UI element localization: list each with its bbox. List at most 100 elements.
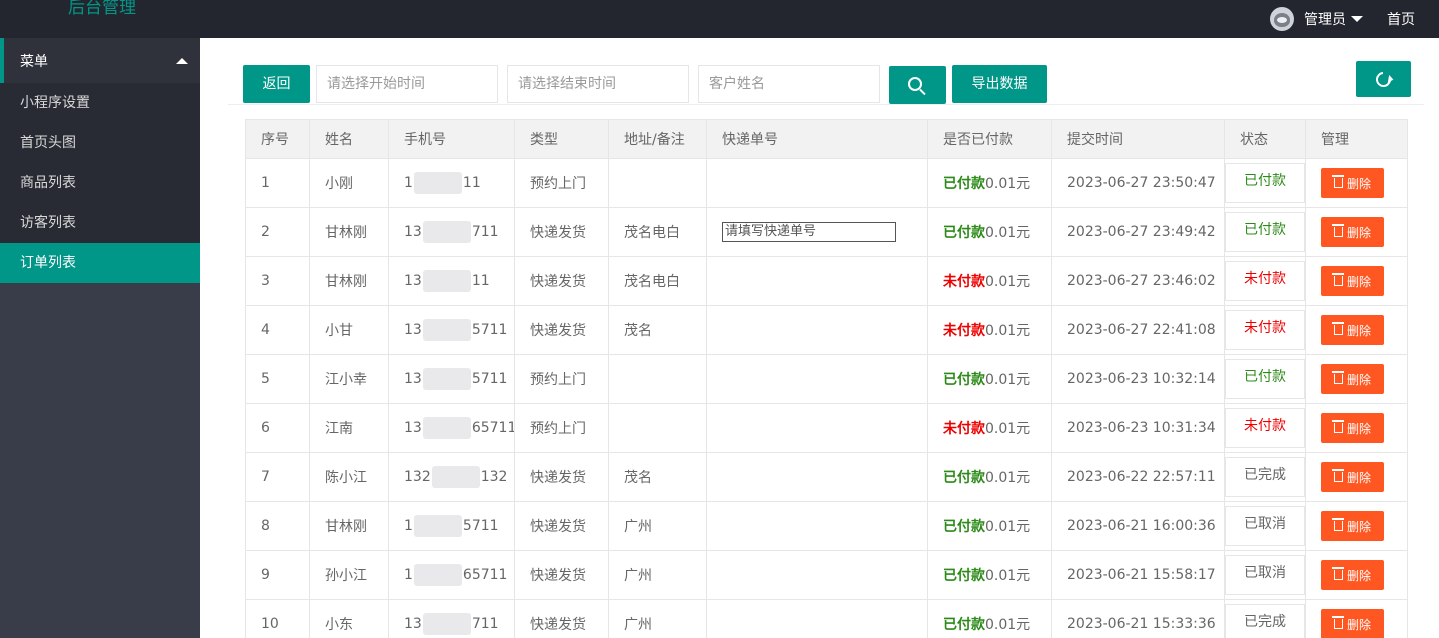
delete-button[interactable]: 删除 [1321,560,1384,590]
sidebar-item[interactable]: 小程序设置 [0,83,200,123]
status-badge[interactable]: 已付款 [1225,212,1305,252]
cell-status: 已付款 [1224,207,1306,257]
status-badge[interactable]: 已取消 [1225,555,1305,595]
phone-mask [413,515,462,537]
payment-amount: 0.01元 [985,274,1031,290]
cell-express: 请填写快递单号 [706,207,928,257]
cell-manage: 删除 [1305,207,1408,257]
delete-button[interactable]: 删除 [1321,609,1384,638]
delete-button[interactable]: 删除 [1321,511,1384,541]
phone-mask [413,564,462,586]
start-time-input[interactable]: 请选择开始时间 [316,65,498,103]
delete-label: 删除 [1346,225,1371,240]
column-header: 序号 [245,119,310,159]
table-row: 2 甘林刚 13 711 快递发货 茂名电白 请填写快递单号 已付款0.01元 2023-06-… [245,207,1408,257]
cell-address: 茂名电白 [608,207,707,257]
table-row: 1 小刚 1 11 预约上门 已付款0.01元 2023-06-27 23:50:47 已付款… [245,158,1408,208]
phone-mask [422,221,471,243]
status-badge[interactable]: 已付款 [1225,359,1305,399]
trash-icon [1331,371,1344,384]
table-row: 7 陈小江 132 132 快递发货 茂名 已付款0.01元 2023-06-22 22:57… [245,452,1408,502]
cell-phone: 13 11 [388,256,515,306]
user-menu[interactable]: 管理员 [1304,9,1346,29]
phone-suffix: 11 [471,273,490,289]
delete-button[interactable]: 删除 [1321,413,1384,443]
phone-prefix: 13 [404,420,422,436]
sidebar-item[interactable]: 订单列表 [0,243,200,283]
search-button[interactable] [889,66,946,104]
cell-no: 7 [245,452,310,502]
phone-mask [413,172,462,194]
cell-payment: 未付款0.01元 [927,256,1052,306]
table-row: 6 江南 13 65711 预约上门 未付款0.01元 2023-06-23 10:31:3… [245,403,1408,453]
cell-type: 预约上门 [514,403,609,453]
column-header: 提交时间 [1051,119,1225,159]
search-icon [908,77,922,91]
sidebar-item[interactable]: 首页头图 [0,123,200,163]
cell-payment: 已付款0.01元 [927,354,1052,404]
home-link[interactable]: 首页 [1387,9,1415,29]
cell-payment: 未付款0.01元 [927,305,1052,355]
cell-name: 小刚 [309,158,389,208]
cell-phone: 1 65711 [388,550,515,600]
phone-prefix: 1 [404,518,413,534]
cell-address: 广州 [608,501,707,551]
express-number-input[interactable]: 请填写快递单号 [722,222,896,242]
delete-button[interactable]: 删除 [1321,168,1384,198]
status-badge[interactable]: 未付款 [1225,408,1305,448]
delete-button[interactable]: 删除 [1321,266,1384,296]
status-badge[interactable]: 已取消 [1225,506,1305,546]
sidebar-item[interactable]: 商品列表 [0,163,200,203]
delete-label: 删除 [1346,372,1371,387]
status-badge[interactable]: 未付款 [1225,261,1305,301]
delete-label: 删除 [1346,323,1371,338]
cell-express [706,403,928,453]
cell-payment: 已付款0.01元 [927,452,1052,502]
menu-toggle[interactable]: 菜单 [0,38,200,83]
table-header: 序号 姓名 手机号 类型 地址/备注 快递单号 是否已付款 提交时间 状态 管理 [245,119,1408,159]
export-button[interactable]: 导出数据 [952,65,1047,103]
cell-no: 5 [245,354,310,404]
cell-name: 小东 [309,599,389,638]
status-badge[interactable]: 已完成 [1225,457,1305,497]
cell-express [706,452,928,502]
sidebar-item[interactable]: 访客列表 [0,203,200,243]
phone-prefix: 13 [404,273,422,289]
delete-label: 删除 [1346,274,1371,289]
cell-time: 2023-06-21 15:58:17 [1051,550,1225,600]
cell-payment: 未付款0.01元 [927,403,1052,453]
cell-address: 广州 [608,550,707,600]
phone-mask [422,319,471,341]
phone-prefix: 1 [404,175,413,191]
customer-name-input[interactable]: 客户姓名 [698,65,880,103]
avatar[interactable] [1270,7,1294,31]
caret-down-icon[interactable] [1351,16,1363,22]
status-badge[interactable]: 未付款 [1225,310,1305,350]
payment-amount: 0.01元 [985,421,1031,437]
delete-button[interactable]: 删除 [1321,462,1384,492]
cell-no: 10 [245,599,310,638]
phone-suffix: 711 [471,224,499,240]
column-header: 类型 [514,119,609,159]
table-row: 5 江小幸 13 5711 预约上门 已付款0.01元 2023-06-23 10:32:1… [245,354,1408,404]
cell-phone: 13 5711 [388,305,515,355]
cell-manage: 删除 [1305,403,1408,453]
cell-manage: 删除 [1305,305,1408,355]
cell-no: 8 [245,501,310,551]
refresh-button[interactable] [1356,61,1411,97]
cell-manage: 删除 [1305,158,1408,208]
cell-type: 预约上门 [514,354,609,404]
phone-suffix: 5711 [462,518,499,534]
end-time-input[interactable]: 请选择结束时间 [507,65,689,103]
trash-icon [1331,518,1344,531]
cell-express [706,501,928,551]
delete-button[interactable]: 删除 [1321,364,1384,394]
delete-button[interactable]: 删除 [1321,217,1384,247]
status-badge[interactable]: 已付款 [1225,163,1305,203]
phone-suffix: 132 [480,469,508,485]
phone-mask [422,613,471,635]
cell-phone: 13 65711 [388,403,515,453]
back-button[interactable]: 返回 [243,65,310,103]
delete-button[interactable]: 删除 [1321,315,1384,345]
status-badge[interactable]: 已完成 [1225,604,1305,638]
